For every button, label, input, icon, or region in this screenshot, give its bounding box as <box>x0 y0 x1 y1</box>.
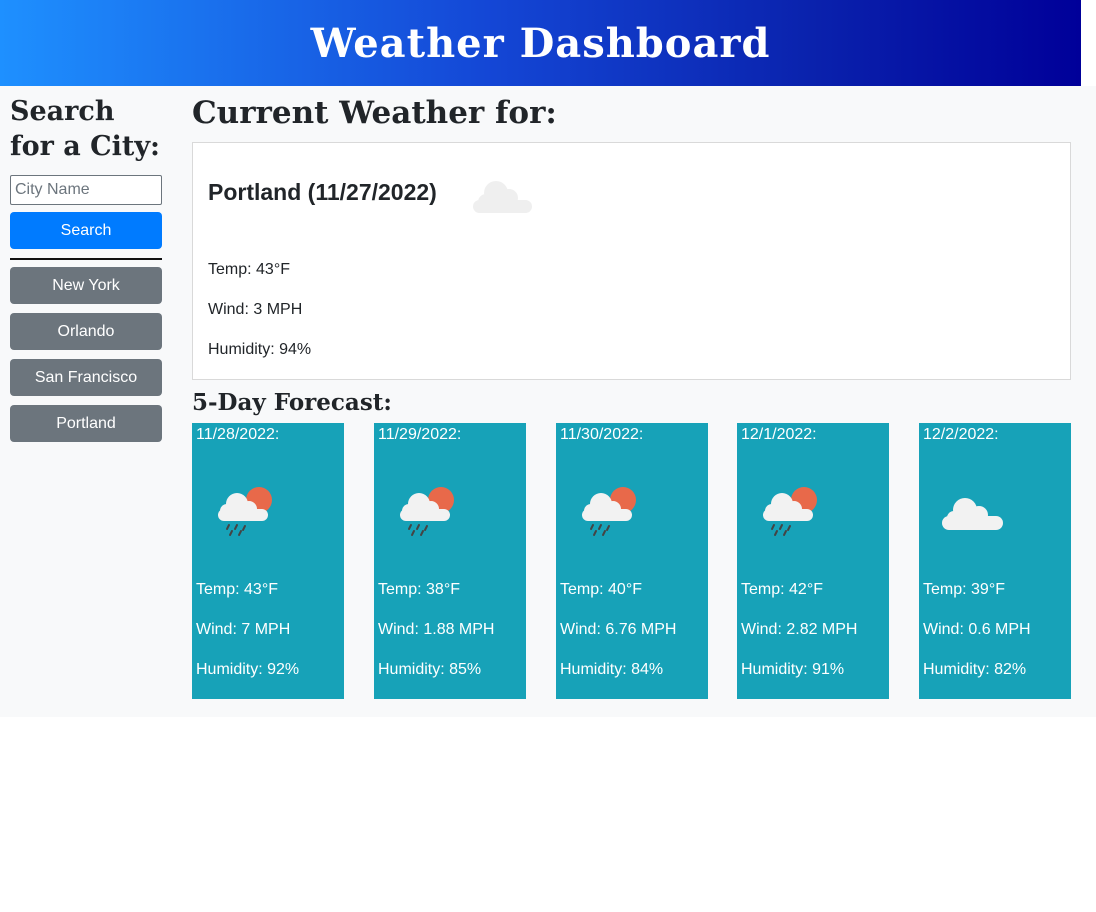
page-body: Search for a City: Search New York Orlan… <box>0 86 1096 717</box>
forecast-card: 12/2/2022: Temp: 39°F Wind: 0.6 MPH Humi… <box>919 423 1071 699</box>
forecast-wind: Wind: 7 MPH <box>196 621 291 638</box>
search-history: New York Orlando San Francisco Portland <box>10 267 162 442</box>
forecast-date: 11/29/2022: <box>378 426 462 443</box>
header-banner: Weather Dashboard <box>0 0 1081 86</box>
forecast-date: 11/28/2022: <box>196 426 280 443</box>
forecast-temp: Temp: 38°F <box>378 581 460 598</box>
sidebar-divider <box>10 258 162 260</box>
forecast-humidity: Humidity: 85% <box>378 661 482 678</box>
forecast-card: 12/1/2022: Temp: 42°F Wind: 2.82 MPH Hum… <box>737 423 889 699</box>
forecast-temp: Temp: 40°F <box>560 581 642 598</box>
current-wind: Wind: 3 MPH <box>208 301 303 318</box>
rain-sun-icon <box>212 481 282 546</box>
forecast-card: 11/28/2022: Temp: 43°F Wind: 7 MPH Humid… <box>192 423 344 699</box>
forecast-humidity: Humidity: 92% <box>196 661 300 678</box>
forecast-temp: Temp: 42°F <box>741 581 823 598</box>
city-search-input[interactable] <box>10 175 162 205</box>
forecast-humidity: Humidity: 82% <box>923 661 1027 678</box>
rain-sun-icon <box>394 481 464 546</box>
rain-sun-icon <box>757 481 827 546</box>
forecast-wind: Wind: 1.88 MPH <box>378 621 495 638</box>
history-button-portland[interactable]: Portland <box>10 405 162 442</box>
forecast-wind: Wind: 2.82 MPH <box>741 621 858 638</box>
history-button-orlando[interactable]: Orlando <box>10 313 162 350</box>
rain-sun-icon <box>576 481 646 546</box>
current-temp: Temp: 43°F <box>208 261 290 278</box>
forecast-wind: Wind: 6.76 MPH <box>560 621 677 638</box>
current-weather-heading: Current Weather for: <box>192 95 557 131</box>
current-weather-card: Portland (11/27/2022) Temp: 43°F Wind: 3… <box>192 142 1071 380</box>
main-content: Current Weather for: Portland (11/27/202… <box>192 86 1071 699</box>
forecast-temp: Temp: 43°F <box>196 581 278 598</box>
forecast-date: 11/30/2022: <box>560 426 644 443</box>
forecast-temp: Temp: 39°F <box>923 581 1005 598</box>
search-button[interactable]: Search <box>10 212 162 249</box>
page-title: Weather Dashboard <box>310 19 771 67</box>
search-heading: Search for a City: <box>10 96 161 162</box>
forecast-date: 12/1/2022: <box>741 426 817 443</box>
cloud-icon <box>939 481 1009 546</box>
forecast-wind: Wind: 0.6 MPH <box>923 621 1031 638</box>
cloud-icon <box>469 173 535 222</box>
sidebar: Search for a City: Search New York Orlan… <box>10 86 162 451</box>
forecast-humidity: Humidity: 84% <box>560 661 664 678</box>
history-button-san-francisco[interactable]: San Francisco <box>10 359 162 396</box>
history-button-new-york[interactable]: New York <box>10 267 162 304</box>
forecast-humidity: Humidity: 91% <box>741 661 845 678</box>
forecast-card: 11/30/2022: Temp: 40°F Wind: 6.76 MPH Hu… <box>556 423 708 699</box>
forecast-heading: 5-Day Forecast: <box>192 389 392 416</box>
current-city-title: Portland (11/27/2022) <box>208 179 437 205</box>
forecast-row: 11/28/2022: Temp: 43°F Wind: 7 MPH Humid… <box>192 423 1071 699</box>
current-humidity: Humidity: 94% <box>208 341 312 358</box>
forecast-card: 11/29/2022: Temp: 38°F Wind: 1.88 MPH Hu… <box>374 423 526 699</box>
forecast-date: 12/2/2022: <box>923 426 999 443</box>
